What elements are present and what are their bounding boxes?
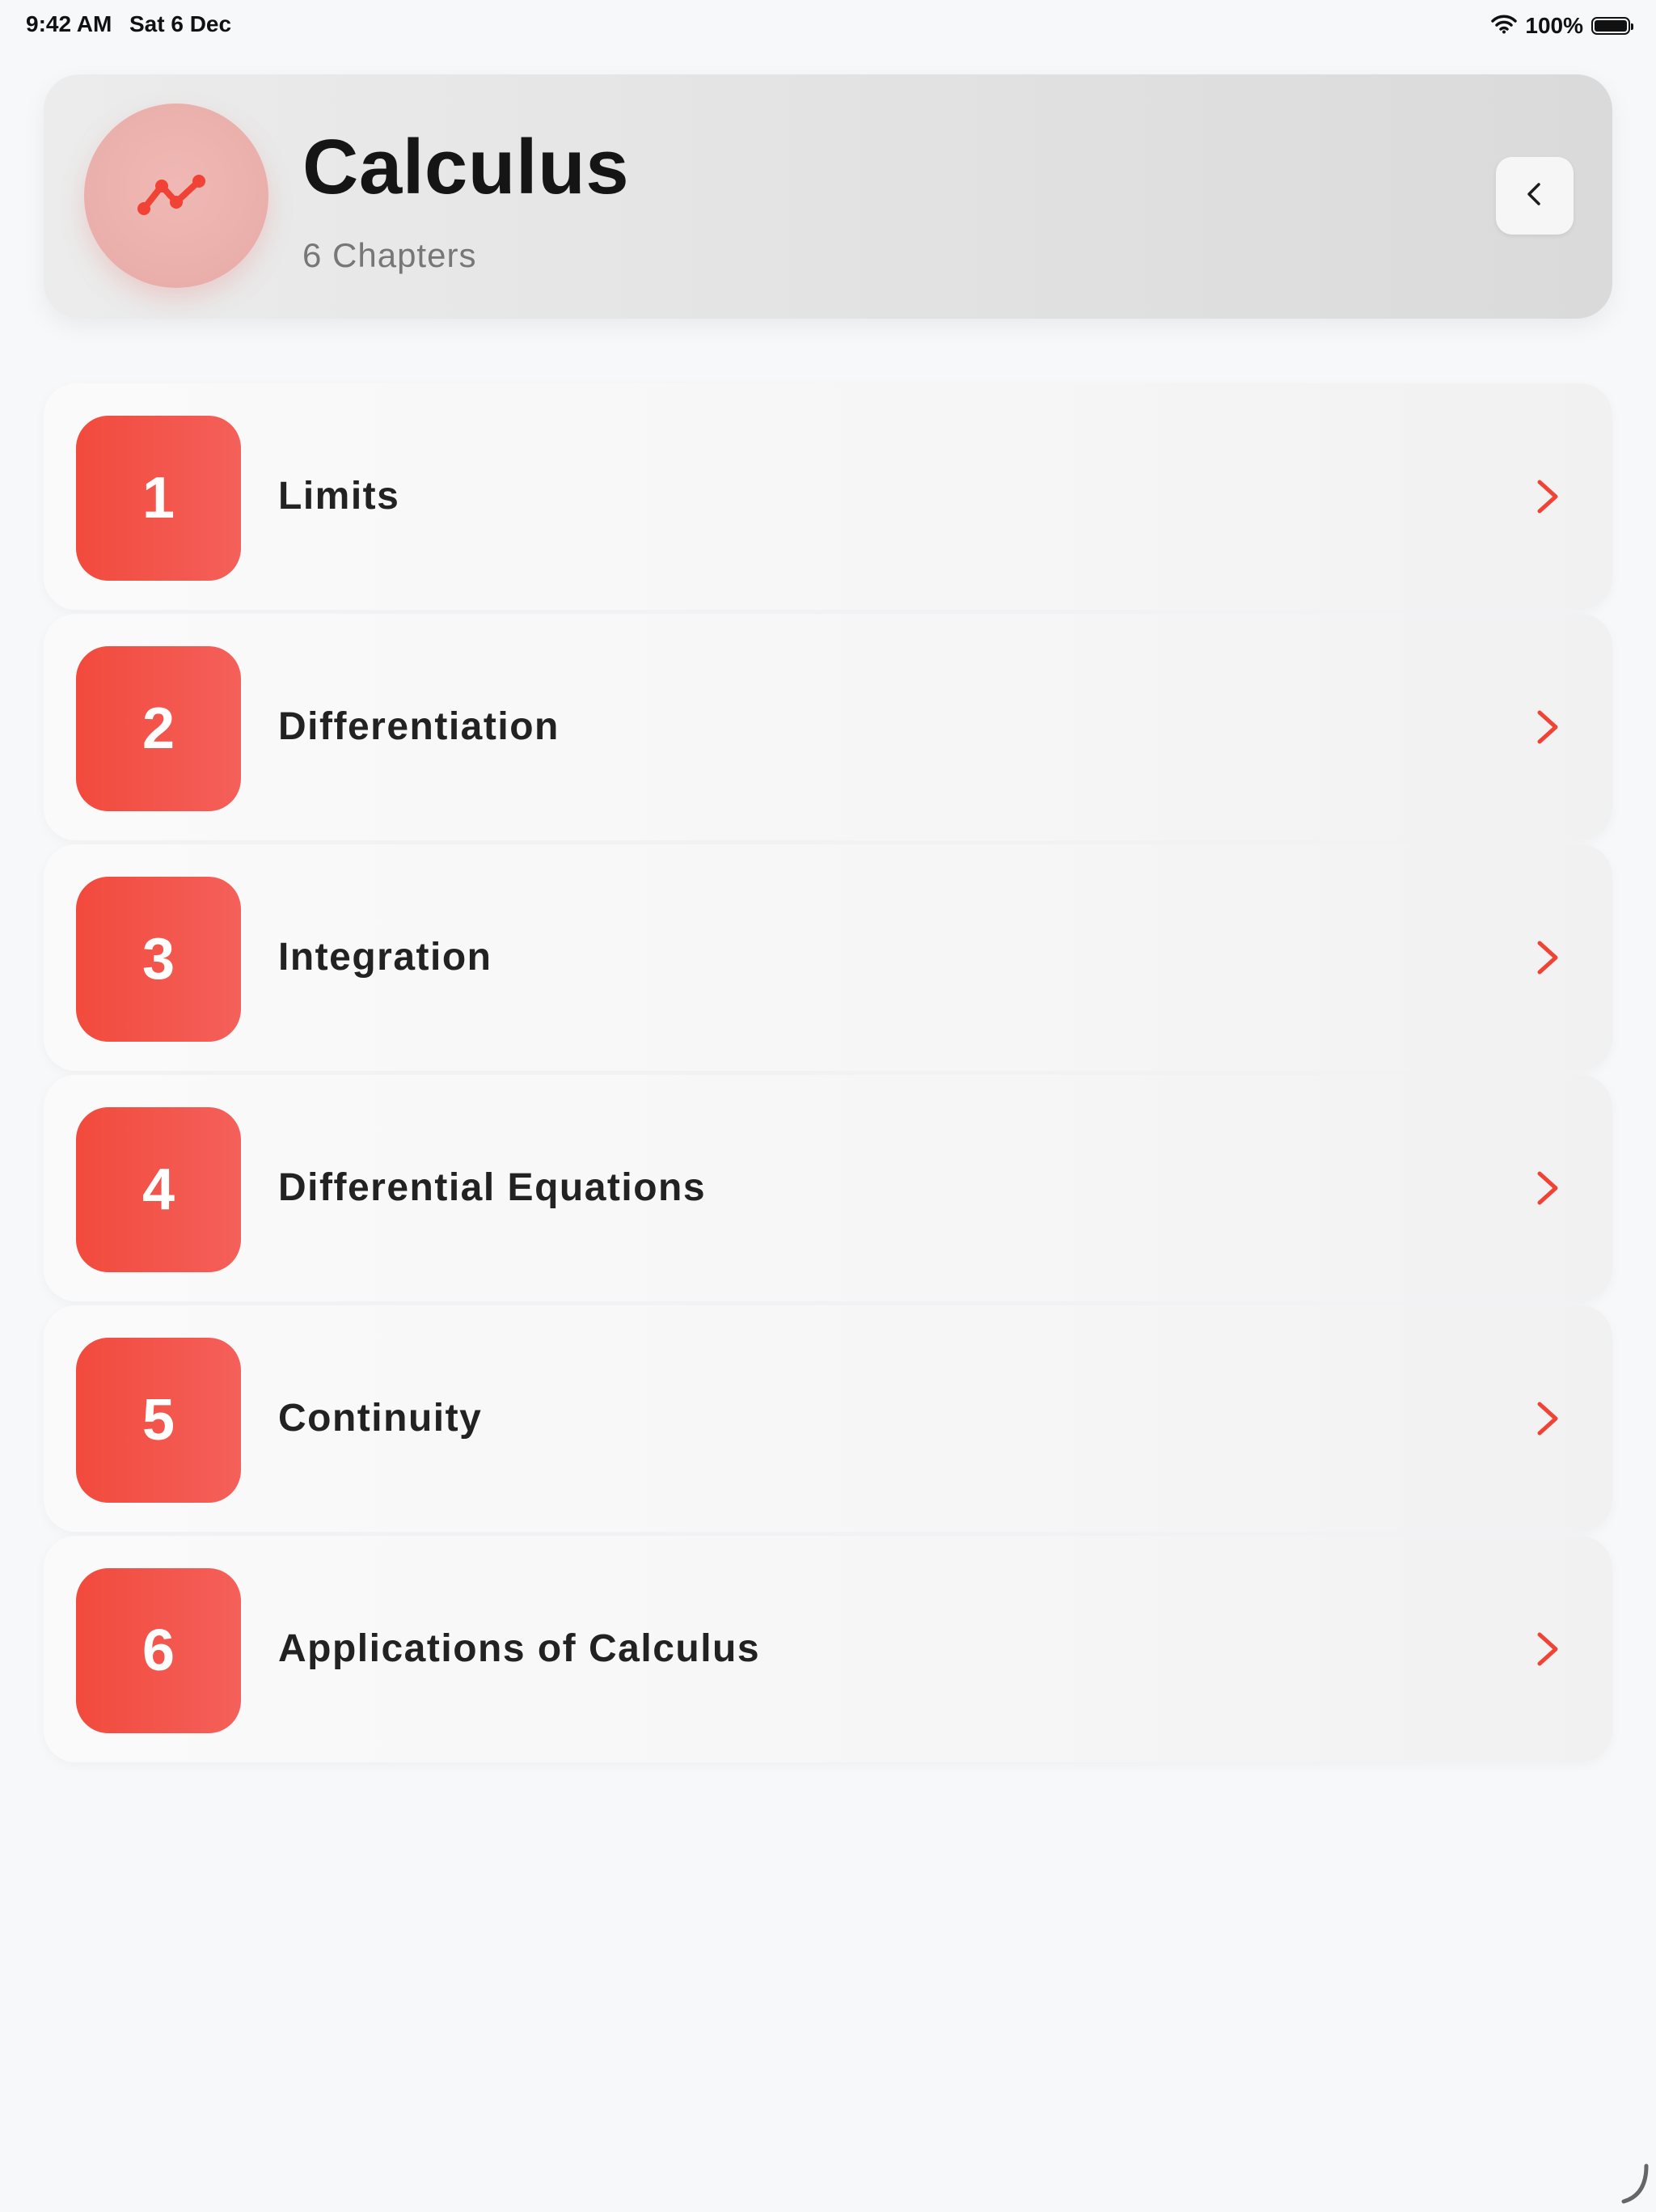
- chapter-title: Applications of Calculus: [278, 1627, 761, 1670]
- chevron-right-icon: [1525, 704, 1570, 750]
- status-bar: 9:42 AM Sat 6 Dec 100%: [0, 0, 1656, 52]
- chapter-number-badge: 5: [76, 1338, 241, 1503]
- subject-avatar: [84, 104, 268, 288]
- scroll-indicator-icon: [1619, 2159, 1651, 2208]
- chevron-right-icon: [1525, 1396, 1570, 1441]
- status-date: Sat 6 Dec: [129, 11, 232, 36]
- chapter-row-1[interactable]: 1 Limits: [44, 383, 1612, 610]
- subject-header: Calculus 6 Chapters: [44, 74, 1612, 319]
- chapter-number-badge: 4: [76, 1107, 241, 1272]
- wifi-icon: [1491, 15, 1518, 38]
- chapter-title: Continuity: [278, 1397, 483, 1440]
- page-title: Calculus: [302, 124, 630, 210]
- chapter-number-badge: 6: [76, 1568, 241, 1733]
- chevron-right-icon: [1525, 1626, 1570, 1672]
- battery-percent: 100%: [1525, 13, 1583, 38]
- chapter-title: Integration: [278, 936, 492, 979]
- chevron-right-icon: [1525, 1165, 1570, 1211]
- chapter-list: 1 Limits 2 Differentiation 3 Integration…: [44, 383, 1612, 1766]
- chapter-row-4[interactable]: 4 Differential Equations: [44, 1075, 1612, 1301]
- chapter-row-6[interactable]: 6 Applications of Calculus: [44, 1536, 1612, 1762]
- back-button[interactable]: [1496, 157, 1574, 235]
- chapter-number-badge: 3: [76, 877, 241, 1042]
- chapter-title: Limits: [278, 475, 400, 518]
- chapter-number-badge: 1: [76, 416, 241, 581]
- chevron-left-icon: [1519, 178, 1551, 214]
- status-time: 9:42 AM: [26, 11, 112, 36]
- chapter-title: Differential Equations: [278, 1166, 707, 1209]
- chapter-row-3[interactable]: 3 Integration: [44, 844, 1612, 1071]
- battery-icon: [1591, 17, 1633, 35]
- battery-fill: [1595, 20, 1627, 32]
- chapter-title: Differentiation: [278, 705, 560, 748]
- chapter-row-2[interactable]: 2 Differentiation: [44, 614, 1612, 840]
- battery-cap: [1631, 23, 1633, 30]
- chevron-right-icon: [1525, 935, 1570, 980]
- chevron-right-icon: [1525, 474, 1570, 519]
- chapter-row-5[interactable]: 5 Continuity: [44, 1305, 1612, 1532]
- chapter-number-badge: 2: [76, 646, 241, 811]
- chapter-count: 6 Chapters: [302, 236, 477, 274]
- status-indicators: 100%: [1491, 11, 1633, 40]
